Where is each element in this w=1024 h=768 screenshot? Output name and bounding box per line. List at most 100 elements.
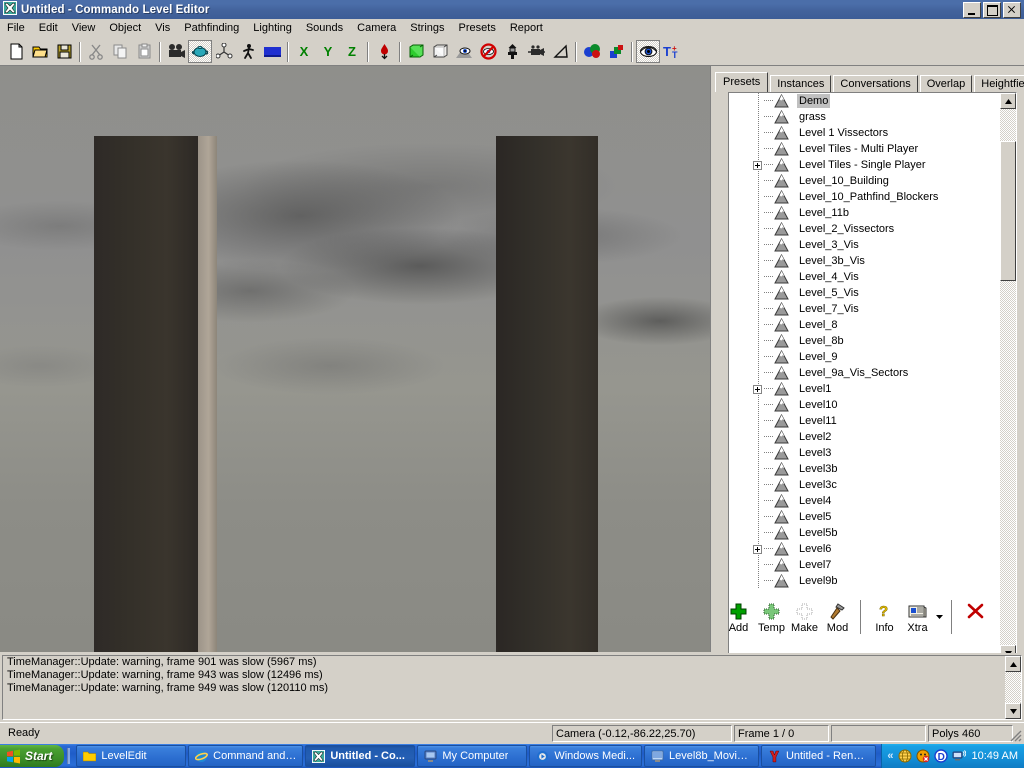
tree-expand-icon[interactable]: [753, 545, 762, 554]
new-file-icon[interactable]: [4, 40, 28, 63]
start-button[interactable]: Start: [0, 745, 64, 767]
tab-heightfield[interactable]: Heightfield: [974, 75, 1024, 92]
minimize-button[interactable]: [963, 2, 981, 18]
info-button[interactable]: ? Info: [868, 600, 901, 634]
menu-item-view[interactable]: View: [65, 20, 103, 37]
temp-button[interactable]: Temp: [755, 600, 788, 634]
log-output[interactable]: TimeManager::Update: warning, frame 901 …: [2, 655, 1022, 720]
tree-item[interactable]: Level9b: [729, 573, 1000, 589]
tree-item[interactable]: Level_10_Building: [729, 173, 1000, 189]
terrain-icon[interactable]: [260, 40, 284, 63]
tree-item[interactable]: Level11: [729, 413, 1000, 429]
show-wireframe-icon[interactable]: [404, 40, 428, 63]
task-my-computer[interactable]: My Computer: [417, 745, 527, 767]
tree-item[interactable]: Level6: [729, 541, 1000, 557]
task-command-and[interactable]: Command and ...: [188, 745, 303, 767]
chevron-down-icon[interactable]: [934, 600, 945, 634]
menu-item-lighting[interactable]: Lighting: [246, 20, 299, 37]
drop-to-ground-icon[interactable]: [372, 40, 396, 63]
tree-item[interactable]: Level_8b: [729, 333, 1000, 349]
tree-item[interactable]: Level2: [729, 429, 1000, 445]
tree-item[interactable]: Level10: [729, 397, 1000, 413]
tray-expand-chevron-icon[interactable]: «: [887, 750, 893, 762]
tree-item[interactable]: Level5: [729, 509, 1000, 525]
task-untitled-renx[interactable]: Untitled - RenX...: [761, 745, 876, 767]
menu-item-report[interactable]: Report: [503, 20, 550, 37]
tab-conversations[interactable]: Conversations: [833, 75, 917, 92]
tree-item[interactable]: Level_5_Vis: [729, 285, 1000, 301]
tree-item[interactable]: Level_3b_Vis: [729, 253, 1000, 269]
tree-item[interactable]: Level_9: [729, 349, 1000, 365]
tree-item[interactable]: Level_9a_Vis_Sectors: [729, 365, 1000, 381]
tree-item[interactable]: Level_2_Vissectors: [729, 221, 1000, 237]
close-button[interactable]: [1003, 2, 1021, 18]
scrollbar-thumb[interactable]: [1000, 141, 1016, 281]
tree-item[interactable]: Level 1 Vissectors: [729, 125, 1000, 141]
camera-icon[interactable]: [164, 40, 188, 63]
d-icon[interactable]: D: [934, 749, 948, 763]
tree-item[interactable]: Level_4_Vis: [729, 269, 1000, 285]
maximize-button[interactable]: [983, 2, 1001, 18]
angle-tool-icon[interactable]: [548, 40, 572, 63]
disable-vis-icon[interactable]: [476, 40, 500, 63]
tab-presets[interactable]: Presets: [715, 72, 768, 92]
antivirus-icon[interactable]: [916, 749, 930, 763]
scroll-up-button[interactable]: [1000, 93, 1016, 109]
object-color-icon[interactable]: [580, 40, 604, 63]
menu-item-file[interactable]: File: [0, 20, 32, 37]
tree-item[interactable]: grass: [729, 109, 1000, 125]
show-bounds-icon[interactable]: [428, 40, 452, 63]
tree-item[interactable]: Demo: [729, 93, 1000, 109]
tree-item[interactable]: Level4: [729, 493, 1000, 509]
3d-viewport[interactable]: [0, 66, 711, 652]
material-icon[interactable]: [604, 40, 628, 63]
delete-button[interactable]: [959, 600, 992, 622]
tree-item[interactable]: Level_10_Pathfind_Blockers: [729, 189, 1000, 205]
vis-points-icon[interactable]: [452, 40, 476, 63]
open-folder-icon[interactable]: [28, 40, 52, 63]
log-scroll-down-button[interactable]: [1005, 703, 1021, 719]
tree-item[interactable]: Level Tiles - Multi Player: [729, 141, 1000, 157]
menu-item-vis[interactable]: Vis: [148, 20, 177, 37]
log-scrollbar-track[interactable]: [1005, 672, 1021, 703]
presets-tree[interactable]: DemograssLevel 1 VissectorsLevel Tiles -…: [728, 92, 1017, 662]
tab-instances[interactable]: Instances: [770, 75, 831, 92]
globe-icon[interactable]: [898, 749, 912, 763]
tree-item[interactable]: Level3c: [729, 477, 1000, 493]
paste-clipboard-icon[interactable]: [132, 40, 156, 63]
teapot-object-icon[interactable]: [188, 40, 212, 63]
make-button[interactable]: Make: [788, 600, 821, 634]
menu-item-pathfinding[interactable]: Pathfinding: [177, 20, 246, 37]
task-level8b-movie[interactable]: Level8b_Movie...: [644, 745, 759, 767]
log-scroll-up-button[interactable]: [1005, 656, 1021, 672]
add-button[interactable]: Add: [722, 600, 755, 634]
task-untitled-commando[interactable]: Untitled - Co...: [305, 745, 415, 767]
tree-item[interactable]: Level3: [729, 445, 1000, 461]
task-windows-media[interactable]: Windows Medi...: [529, 745, 642, 767]
resize-grip[interactable]: [1008, 728, 1022, 742]
tree-item[interactable]: Level3b: [729, 461, 1000, 477]
tree-item[interactable]: Level_3_Vis: [729, 237, 1000, 253]
menu-item-strings[interactable]: Strings: [403, 20, 451, 37]
tree-item[interactable]: Level_11b: [729, 205, 1000, 221]
walk-mode-icon[interactable]: [236, 40, 260, 63]
menu-item-presets[interactable]: Presets: [452, 20, 503, 37]
menu-item-camera[interactable]: Camera: [350, 20, 403, 37]
lighting-icon[interactable]: [500, 40, 524, 63]
presets-tree-scrollbar[interactable]: [1000, 93, 1016, 661]
visibility-eye-icon[interactable]: [636, 40, 660, 63]
tree-item[interactable]: Level5b: [729, 525, 1000, 541]
tree-expand-icon[interactable]: [753, 385, 762, 394]
tab-overlap[interactable]: Overlap: [920, 75, 973, 92]
xtra-button[interactable]: Xtra: [901, 600, 934, 634]
network-icon[interactable]: [952, 749, 966, 763]
menu-item-sounds[interactable]: Sounds: [299, 20, 350, 37]
text-tool-icon[interactable]: T+T: [660, 40, 684, 63]
tree-item[interactable]: Level7: [729, 557, 1000, 573]
camera-path-icon[interactable]: [524, 40, 548, 63]
cut-scissors-icon[interactable]: [84, 40, 108, 63]
tree-item[interactable]: Level1: [729, 381, 1000, 397]
log-scrollbar[interactable]: [1005, 656, 1021, 719]
menu-item-object[interactable]: Object: [102, 20, 148, 37]
axis-gizmo-icon[interactable]: [212, 40, 236, 63]
